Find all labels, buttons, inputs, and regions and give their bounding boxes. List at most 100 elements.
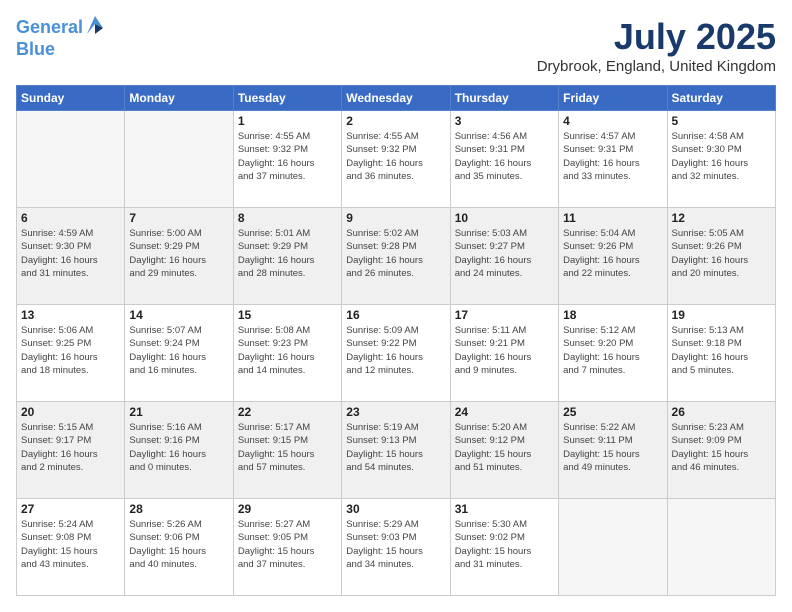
day-number: 21 (129, 405, 228, 419)
cal-cell: 31 Sunrise: 5:30 AM Sunset: 9:02 PM Dayli… (450, 499, 558, 596)
day-number: 8 (238, 211, 337, 225)
day-info: Sunrise: 5:01 AM Sunset: 9:29 PM Dayligh… (238, 227, 337, 280)
day-info: Sunrise: 4:55 AM Sunset: 9:32 PM Dayligh… (346, 130, 445, 183)
day-info: Sunrise: 5:11 AM Sunset: 9:21 PM Dayligh… (455, 324, 554, 377)
week-row-5: 27 Sunrise: 5:24 AM Sunset: 9:08 PM Dayli… (17, 499, 776, 596)
cal-cell: 7 Sunrise: 5:00 AM Sunset: 9:29 PM Daylig… (125, 208, 233, 305)
cal-cell: 21 Sunrise: 5:16 AM Sunset: 9:16 PM Dayli… (125, 402, 233, 499)
cal-cell: 3 Sunrise: 4:56 AM Sunset: 9:31 PM Daylig… (450, 111, 558, 208)
location: Drybrook, England, United Kingdom (537, 58, 776, 75)
day-number: 16 (346, 308, 445, 322)
day-number: 18 (563, 308, 662, 322)
day-number: 7 (129, 211, 228, 225)
day-number: 25 (563, 405, 662, 419)
cal-cell: 25 Sunrise: 5:22 AM Sunset: 9:11 PM Dayli… (559, 402, 667, 499)
week-row-1: 1 Sunrise: 4:55 AM Sunset: 9:32 PM Daylig… (17, 111, 776, 208)
days-of-week-row: SundayMondayTuesdayWednesdayThursdayFrid… (17, 86, 776, 111)
cal-cell: 15 Sunrise: 5:08 AM Sunset: 9:23 PM Dayli… (233, 305, 341, 402)
day-info: Sunrise: 5:15 AM Sunset: 9:17 PM Dayligh… (21, 421, 120, 474)
day-info: Sunrise: 5:03 AM Sunset: 9:27 PM Dayligh… (455, 227, 554, 280)
day-number: 24 (455, 405, 554, 419)
dow-header-monday: Monday (125, 86, 233, 111)
calendar-table: SundayMondayTuesdayWednesdayThursdayFrid… (16, 85, 776, 596)
day-number: 6 (21, 211, 120, 225)
day-info: Sunrise: 4:59 AM Sunset: 9:30 PM Dayligh… (21, 227, 120, 280)
day-info: Sunrise: 5:23 AM Sunset: 9:09 PM Dayligh… (672, 421, 771, 474)
day-number: 2 (346, 114, 445, 128)
day-number: 14 (129, 308, 228, 322)
day-number: 11 (563, 211, 662, 225)
day-info: Sunrise: 5:00 AM Sunset: 9:29 PM Dayligh… (129, 227, 228, 280)
cal-cell: 13 Sunrise: 5:06 AM Sunset: 9:25 PM Dayli… (17, 305, 125, 402)
cal-cell: 28 Sunrise: 5:26 AM Sunset: 9:06 PM Dayli… (125, 499, 233, 596)
week-row-4: 20 Sunrise: 5:15 AM Sunset: 9:17 PM Dayli… (17, 402, 776, 499)
logo-blue: Blue (16, 40, 105, 60)
cal-cell: 11 Sunrise: 5:04 AM Sunset: 9:26 PM Dayli… (559, 208, 667, 305)
day-info: Sunrise: 5:16 AM Sunset: 9:16 PM Dayligh… (129, 421, 228, 474)
cal-cell: 30Sunrise: 5:29 AM Sunset: 9:03 PM Dayli… (342, 499, 450, 596)
day-number: 20 (21, 405, 120, 419)
day-number: 27 (21, 502, 120, 516)
cal-cell: 10 Sunrise: 5:03 AM Sunset: 9:27 PM Dayli… (450, 208, 558, 305)
dow-header-wednesday: Wednesday (342, 86, 450, 111)
day-number: 28 (129, 502, 228, 516)
cal-cell: 8 Sunrise: 5:01 AM Sunset: 9:29 PM Daylig… (233, 208, 341, 305)
cal-cell: 24 Sunrise: 5:20 AM Sunset: 9:12 PM Dayli… (450, 402, 558, 499)
day-info: Sunrise: 4:56 AM Sunset: 9:31 PM Dayligh… (455, 130, 554, 183)
cal-cell: 14 Sunrise: 5:07 AM Sunset: 9:24 PM Dayli… (125, 305, 233, 402)
dow-header-tuesday: Tuesday (233, 86, 341, 111)
cal-cell: 27 Sunrise: 5:24 AM Sunset: 9:08 PM Dayli… (17, 499, 125, 596)
day-info: Sunrise: 5:04 AM Sunset: 9:26 PM Dayligh… (563, 227, 662, 280)
cal-cell: 18 Sunrise: 5:12 AM Sunset: 9:20 PM Dayli… (559, 305, 667, 402)
day-info: Sunrise: 5:08 AM Sunset: 9:23 PM Dayligh… (238, 324, 337, 377)
day-info: Sunrise: 5:26 AM Sunset: 9:06 PM Dayligh… (129, 518, 228, 571)
cal-cell: 1Sunrise: 4:55 AM Sunset: 9:32 PM Daylig… (233, 111, 341, 208)
cal-cell: 2 Sunrise: 4:55 AM Sunset: 9:32 PM Daylig… (342, 111, 450, 208)
day-info: Sunrise: 5:09 AM Sunset: 9:22 PM Dayligh… (346, 324, 445, 377)
day-number: 17 (455, 308, 554, 322)
day-info: Sunrise: 5:20 AM Sunset: 9:12 PM Dayligh… (455, 421, 554, 474)
day-number: 1 (238, 114, 337, 128)
cal-cell: 5Sunrise: 4:58 AM Sunset: 9:30 PM Daylig… (667, 111, 775, 208)
dow-header-thursday: Thursday (450, 86, 558, 111)
day-number: 9 (346, 211, 445, 225)
title-block: July 2025 Drybrook, England, United King… (537, 16, 776, 75)
cal-cell: 4Sunrise: 4:57 AM Sunset: 9:31 PM Daylig… (559, 111, 667, 208)
day-info: Sunrise: 5:06 AM Sunset: 9:25 PM Dayligh… (21, 324, 120, 377)
day-number: 3 (455, 114, 554, 128)
day-number: 31 (455, 502, 554, 516)
dow-header-friday: Friday (559, 86, 667, 111)
cal-cell: 26Sunrise: 5:23 AM Sunset: 9:09 PM Dayli… (667, 402, 775, 499)
day-number: 13 (21, 308, 120, 322)
cal-cell: 20 Sunrise: 5:15 AM Sunset: 9:17 PM Dayli… (17, 402, 125, 499)
cal-cell: 17 Sunrise: 5:11 AM Sunset: 9:21 PM Dayli… (450, 305, 558, 402)
calendar-body: 1 Sunrise: 4:55 AM Sunset: 9:32 PM Daylig… (17, 111, 776, 596)
day-info: Sunrise: 5:12 AM Sunset: 9:20 PM Dayligh… (563, 324, 662, 377)
day-info: Sunrise: 5:22 AM Sunset: 9:11 PM Dayligh… (563, 421, 662, 474)
day-number: 29 (238, 502, 337, 516)
cal-cell: 16 Sunrise: 5:09 AM Sunset: 9:22 PM Dayli… (342, 305, 450, 402)
cal-cell: 12Sunrise: 5:05 AM Sunset: 9:26 PM Dayli… (667, 208, 775, 305)
day-info: Sunrise: 5:30 AM Sunset: 9:02 PM Dayligh… (455, 518, 554, 571)
day-number: 15 (238, 308, 337, 322)
day-info: Sunrise: 5:19 AM Sunset: 9:13 PM Dayligh… (346, 421, 445, 474)
cal-cell: 22Sunrise: 5:17 AM Sunset: 9:15 PM Dayli… (233, 402, 341, 499)
cal-cell (559, 499, 667, 596)
day-info: Sunrise: 5:07 AM Sunset: 9:24 PM Dayligh… (129, 324, 228, 377)
day-info: Sunrise: 5:05 AM Sunset: 9:26 PM Dayligh… (672, 227, 771, 280)
day-info: Sunrise: 5:24 AM Sunset: 9:08 PM Dayligh… (21, 518, 120, 571)
logo-line1: General (16, 17, 83, 37)
dow-header-sunday: Sunday (17, 86, 125, 111)
cal-cell: 9Sunrise: 5:02 AM Sunset: 9:28 PM Daylig… (342, 208, 450, 305)
day-info: Sunrise: 5:27 AM Sunset: 9:05 PM Dayligh… (238, 518, 337, 571)
logo-text: General (16, 18, 83, 38)
day-number: 4 (563, 114, 662, 128)
cal-cell: 29 Sunrise: 5:27 AM Sunset: 9:05 PM Dayli… (233, 499, 341, 596)
cal-cell (125, 111, 233, 208)
cal-cell (17, 111, 125, 208)
day-number: 19 (672, 308, 771, 322)
dow-header-saturday: Saturday (667, 86, 775, 111)
day-number: 30 (346, 502, 445, 516)
day-number: 10 (455, 211, 554, 225)
day-info: Sunrise: 5:17 AM Sunset: 9:15 PM Dayligh… (238, 421, 337, 474)
